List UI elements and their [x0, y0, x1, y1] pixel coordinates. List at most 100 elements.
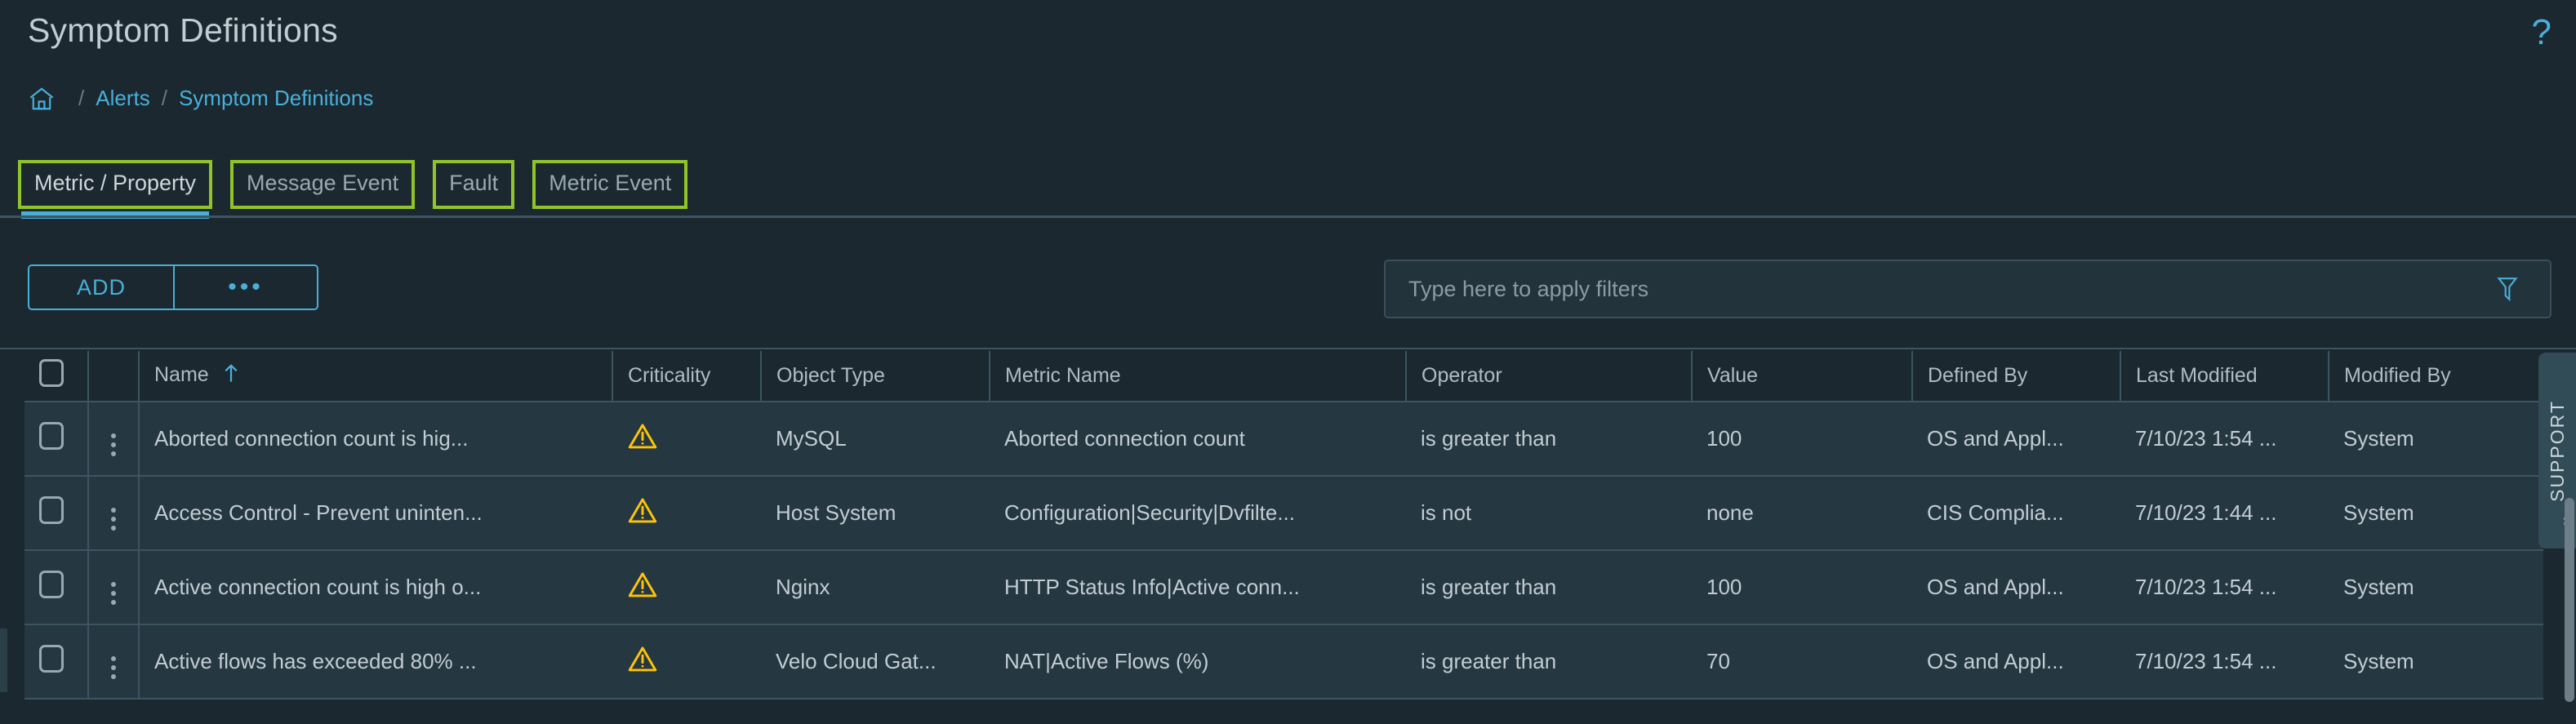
header-metric-name[interactable]: Metric Name — [990, 351, 1407, 402]
breadcrumb-separator-1: / — [78, 86, 85, 110]
select-all-checkbox[interactable] — [39, 359, 64, 387]
warning-triangle-icon — [627, 496, 658, 530]
header-criticality[interactable]: Criticality — [612, 351, 762, 402]
row-actions-cell[interactable] — [88, 624, 139, 700]
cell-defined-by: OS and Appl... — [1912, 402, 2120, 477]
cell-criticality — [612, 476, 761, 551]
tab-message-event-label: Message Event — [247, 171, 399, 195]
cell-defined-by: OS and Appl... — [1912, 550, 2120, 625]
cell-operator: is not — [1406, 476, 1692, 551]
symptom-definitions-page: Symptom Definitions ? / Alerts / Symptom… — [0, 0, 2576, 724]
cell-defined-by: CIS Complia... — [1912, 476, 2120, 551]
cell-defined-by: OS and Appl... — [1912, 624, 2120, 700]
header-defined-by[interactable]: Defined By — [1912, 351, 2121, 402]
cell-criticality — [612, 550, 761, 625]
vertical-scrollbar-thumb[interactable] — [2565, 498, 2574, 702]
row-actions-cell[interactable] — [88, 550, 139, 625]
cell-object-type: Velo Cloud Gat... — [761, 624, 990, 700]
cell-object-type: Nginx — [761, 550, 990, 625]
row-actions-cell[interactable] — [88, 402, 139, 477]
breadcrumb: / Alerts / Symptom Definitions — [28, 86, 373, 111]
cell-criticality — [612, 402, 761, 477]
table-top-divider — [0, 348, 2576, 349]
cell-last-modified: 7/10/23 1:44 ... — [2120, 476, 2329, 551]
header-object-type[interactable]: Object Type — [761, 351, 990, 402]
table-header-row: Name Criticality Object Type Metric Name… — [24, 351, 2543, 402]
header-last-modified[interactable]: Last Modified — [2120, 351, 2329, 402]
cell-name[interactable]: Access Control - Prevent uninten... — [138, 476, 612, 551]
row-checkbox[interactable] — [39, 571, 64, 598]
cell-value: 100 — [1692, 402, 1912, 477]
kebab-menu-icon[interactable] — [108, 504, 119, 534]
table-row[interactable]: Access Control - Prevent uninten... Host… — [24, 476, 2543, 551]
table-row[interactable]: Active connection count is high o... Ngi… — [24, 550, 2543, 625]
breadcrumb-separator-2: / — [161, 86, 167, 110]
cell-modified-by: System — [2329, 402, 2543, 477]
header-operator[interactable]: Operator — [1406, 351, 1693, 402]
toolbar: ADD ••• — [0, 253, 2576, 326]
tabs-baseline — [0, 215, 2576, 218]
table-row[interactable]: Active flows has exceeded 80% ... Velo C… — [24, 624, 2543, 700]
cell-value: 70 — [1692, 624, 1912, 700]
kebab-menu-icon[interactable] — [108, 430, 119, 460]
table-row[interactable]: Aborted connection count is hig... MySQL… — [24, 402, 2543, 477]
cell-modified-by: System — [2329, 624, 2543, 700]
home-icon[interactable] — [28, 87, 56, 111]
row-checkbox[interactable] — [39, 422, 64, 450]
symptom-definitions-table: Name Criticality Object Type Metric Name… — [24, 351, 2543, 724]
tab-strip: Metric / Property Message Event Fault Me… — [0, 160, 2576, 219]
row-checkbox[interactable] — [39, 645, 64, 673]
add-button-group: ADD ••• — [28, 264, 318, 310]
breadcrumb-item-symptom-definitions[interactable]: Symptom Definitions — [179, 86, 373, 111]
tab-metric-property[interactable]: Metric / Property — [18, 160, 213, 219]
header-select-all[interactable] — [24, 351, 89, 402]
cell-modified-by: System — [2329, 476, 2543, 551]
cell-metric-name: HTTP Status Info|Active conn... — [990, 550, 1406, 625]
header-value[interactable]: Value — [1692, 351, 1913, 402]
warning-triangle-icon — [627, 422, 658, 455]
tab-fault[interactable]: Fault — [433, 160, 515, 209]
more-actions-button[interactable]: ••• — [173, 266, 317, 309]
cell-metric-name: NAT|Active Flows (%) — [990, 624, 1406, 700]
cell-last-modified: 7/10/23 1:54 ... — [2120, 550, 2329, 625]
kebab-menu-icon[interactable] — [108, 579, 119, 608]
cell-modified-by: System — [2329, 550, 2543, 625]
cell-name[interactable]: Active flows has exceeded 80% ... — [138, 624, 612, 700]
table-body: Aborted connection count is hig... MySQL… — [24, 402, 2543, 700]
row-select-cell[interactable] — [24, 624, 89, 700]
header-actions — [88, 351, 140, 402]
filter-funnel-icon[interactable] — [2483, 274, 2532, 304]
row-actions-cell[interactable] — [88, 476, 139, 551]
row-checkbox[interactable] — [39, 496, 64, 524]
cell-metric-name: Aborted connection count — [990, 402, 1406, 477]
cell-metric-name: Configuration|Security|Dvfilte... — [990, 476, 1406, 551]
arrow-up-icon — [223, 363, 239, 389]
tab-fault-label: Fault — [449, 171, 499, 195]
cell-name[interactable]: Active connection count is high o... — [138, 550, 612, 625]
cell-last-modified: 7/10/23 1:54 ... — [2120, 624, 2329, 700]
cell-last-modified: 7/10/23 1:54 ... — [2120, 402, 2329, 477]
cell-operator: is greater than — [1406, 402, 1692, 477]
header-name[interactable]: Name — [138, 351, 613, 402]
tab-metric-event-label: Metric Event — [549, 171, 672, 195]
cell-name[interactable]: Aborted connection count is hig... — [138, 402, 612, 477]
filter-input[interactable] — [1386, 261, 2483, 317]
filter-bar — [1384, 260, 2552, 318]
support-rail-label: SUPPORT — [2546, 399, 2568, 502]
row-select-cell[interactable] — [24, 402, 89, 477]
add-button[interactable]: ADD — [29, 266, 173, 309]
header-modified-by[interactable]: Modified By — [2329, 351, 2543, 402]
cell-object-type: Host System — [761, 476, 990, 551]
row-select-cell[interactable] — [24, 476, 89, 551]
cell-operator: is greater than — [1406, 624, 1692, 700]
warning-triangle-icon — [627, 571, 658, 604]
tab-message-event[interactable]: Message Event — [230, 160, 416, 209]
row-select-cell[interactable] — [24, 550, 89, 625]
kebab-menu-icon[interactable] — [108, 653, 119, 682]
page-title: Symptom Definitions — [28, 11, 338, 49]
tabs-row: Metric / Property Message Event Fault Me… — [18, 160, 688, 219]
tab-metric-property-label: Metric / Property — [34, 171, 197, 195]
breadcrumb-item-alerts[interactable]: Alerts — [96, 86, 149, 111]
help-icon[interactable]: ? — [2532, 15, 2552, 51]
tab-metric-event[interactable]: Metric Event — [532, 160, 688, 209]
